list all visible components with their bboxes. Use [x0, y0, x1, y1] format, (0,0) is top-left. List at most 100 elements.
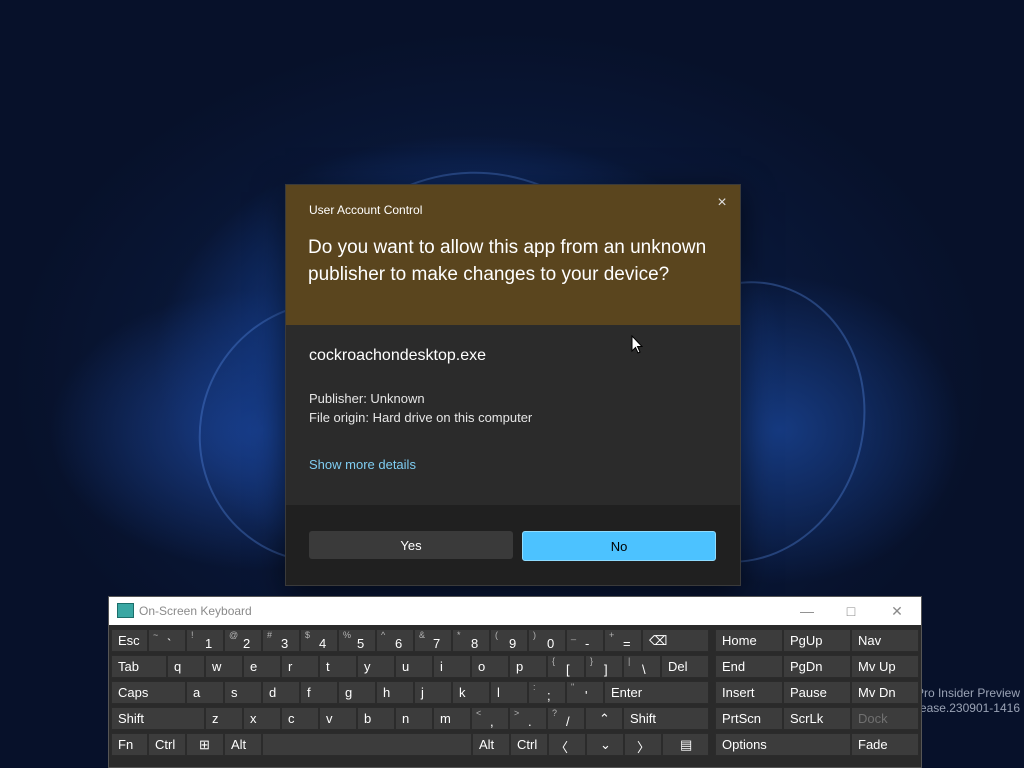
- arrow-up-icon[interactable]: ⌃: [585, 707, 623, 730]
- key-semicolon[interactable]: :;: [528, 681, 566, 704]
- key-left-bracket[interactable]: {[: [547, 655, 585, 678]
- key-tilde[interactable]: ~ `: [148, 629, 186, 652]
- key-m[interactable]: m: [433, 707, 471, 730]
- key-mvdn[interactable]: Mv Dn: [851, 681, 919, 704]
- key-u[interactable]: u: [395, 655, 433, 678]
- key-6[interactable]: ^ 6: [376, 629, 414, 652]
- key-f[interactable]: f: [300, 681, 338, 704]
- on-screen-keyboard: On-Screen Keyboard — □ ✕ Esc ~ ` ! 1 @2 #3…: [108, 596, 922, 768]
- key-a[interactable]: a: [186, 681, 224, 704]
- key-z[interactable]: z: [205, 707, 243, 730]
- key-7[interactable]: & 7: [414, 629, 452, 652]
- key-p[interactable]: p: [509, 655, 547, 678]
- uac-question: Do you want to allow this app from an un…: [308, 237, 707, 285]
- key-q[interactable]: q: [167, 655, 205, 678]
- minimize-icon[interactable]: —: [793, 601, 821, 621]
- key-space[interactable]: [262, 733, 472, 756]
- key-alt-right[interactable]: Alt: [472, 733, 510, 756]
- arrow-left-icon[interactable]: 〈: [548, 733, 586, 756]
- keyboard-icon: [117, 603, 134, 618]
- windows-watermark-line2: elease.230901-1416: [910, 701, 1020, 715]
- osk-titlebar: On-Screen Keyboard — □ ✕: [109, 597, 921, 625]
- key-t[interactable]: t: [319, 655, 357, 678]
- uac-title: User Account Control: [309, 203, 423, 217]
- arrow-right-icon[interactable]: 〉: [624, 733, 662, 756]
- close-icon[interactable]: ×: [710, 191, 734, 215]
- no-button[interactable]: No: [522, 531, 716, 561]
- maximize-icon[interactable]: □: [837, 601, 865, 621]
- backspace-icon[interactable]: ⌫: [642, 629, 709, 652]
- key-ctrl-right[interactable]: Ctrl: [510, 733, 548, 756]
- key-equals[interactable]: + =: [604, 629, 642, 652]
- key-tab[interactable]: Tab: [111, 655, 167, 678]
- uac-dialog: User Account Control × Do you want to al…: [285, 184, 741, 586]
- key-minus[interactable]: _ -: [566, 629, 604, 652]
- key-comma[interactable]: <,: [471, 707, 509, 730]
- uac-publisher: Publisher: Unknown: [309, 391, 425, 406]
- key-quote[interactable]: " ': [566, 681, 604, 704]
- key-4[interactable]: $4: [300, 629, 338, 652]
- uac-header: User Account Control × Do you want to al…: [286, 185, 740, 325]
- uac-file-origin: File origin: Hard drive on this computer: [309, 410, 533, 425]
- key-9[interactable]: (9: [490, 629, 528, 652]
- key-r[interactable]: r: [281, 655, 319, 678]
- key-h[interactable]: h: [376, 681, 414, 704]
- key-pgdn[interactable]: PgDn: [783, 655, 851, 678]
- key-backslash[interactable]: | \: [623, 655, 661, 678]
- uac-app-name: cockroachondesktop.exe: [309, 347, 486, 364]
- key-5[interactable]: % 5: [338, 629, 376, 652]
- uac-footer: Yes No: [286, 505, 740, 585]
- key-slash[interactable]: ? /: [547, 707, 585, 730]
- key-esc[interactable]: Esc: [111, 629, 148, 652]
- key-1[interactable]: ! 1: [186, 629, 224, 652]
- key-g[interactable]: g: [338, 681, 376, 704]
- key-c[interactable]: c: [281, 707, 319, 730]
- key-mvup[interactable]: Mv Up: [851, 655, 919, 678]
- key-scrlk[interactable]: ScrLk: [783, 707, 851, 730]
- windows-icon[interactable]: ⊞: [186, 733, 224, 756]
- arrow-down-icon[interactable]: ⌄: [586, 733, 624, 756]
- key-d[interactable]: d: [262, 681, 300, 704]
- key-shift-right[interactable]: Shift: [623, 707, 709, 730]
- key-nav[interactable]: Nav: [851, 629, 919, 652]
- key-caps[interactable]: Caps: [111, 681, 186, 704]
- key-ctrl-left[interactable]: Ctrl: [148, 733, 186, 756]
- key-n[interactable]: n: [395, 707, 433, 730]
- key-v[interactable]: v: [319, 707, 357, 730]
- key-alt-left[interactable]: Alt: [224, 733, 262, 756]
- key-l[interactable]: l: [490, 681, 528, 704]
- close-icon[interactable]: ✕: [883, 601, 911, 621]
- key-2[interactable]: @2: [224, 629, 262, 652]
- menu-key-icon[interactable]: ▤: [662, 733, 709, 756]
- show-more-details-link[interactable]: Show more details: [309, 457, 416, 472]
- key-end[interactable]: End: [715, 655, 783, 678]
- key-x[interactable]: x: [243, 707, 281, 730]
- key-pause[interactable]: Pause: [783, 681, 851, 704]
- key-period[interactable]: >.: [509, 707, 547, 730]
- key-8[interactable]: * 8: [452, 629, 490, 652]
- key-shift-left[interactable]: Shift: [111, 707, 205, 730]
- key-fn[interactable]: Fn: [111, 733, 148, 756]
- key-home[interactable]: Home: [715, 629, 783, 652]
- key-insert[interactable]: Insert: [715, 681, 783, 704]
- key-3[interactable]: #3: [262, 629, 300, 652]
- key-j[interactable]: j: [414, 681, 452, 704]
- key-right-bracket[interactable]: }]: [585, 655, 623, 678]
- key-dock[interactable]: Dock: [851, 707, 919, 730]
- key-e[interactable]: e: [243, 655, 281, 678]
- key-del[interactable]: Del: [661, 655, 709, 678]
- yes-button[interactable]: Yes: [309, 531, 513, 559]
- key-s[interactable]: s: [224, 681, 262, 704]
- key-y[interactable]: y: [357, 655, 395, 678]
- key-b[interactable]: b: [357, 707, 395, 730]
- key-fade[interactable]: Fade: [851, 733, 919, 756]
- key-o[interactable]: o: [471, 655, 509, 678]
- key-pgup[interactable]: PgUp: [783, 629, 851, 652]
- key-enter[interactable]: Enter: [604, 681, 709, 704]
- key-options[interactable]: Options: [715, 733, 851, 756]
- key-0[interactable]: ) 0: [528, 629, 566, 652]
- key-w[interactable]: w: [205, 655, 243, 678]
- key-i[interactable]: i: [433, 655, 471, 678]
- key-k[interactable]: k: [452, 681, 490, 704]
- key-prtscn[interactable]: PrtScn: [715, 707, 783, 730]
